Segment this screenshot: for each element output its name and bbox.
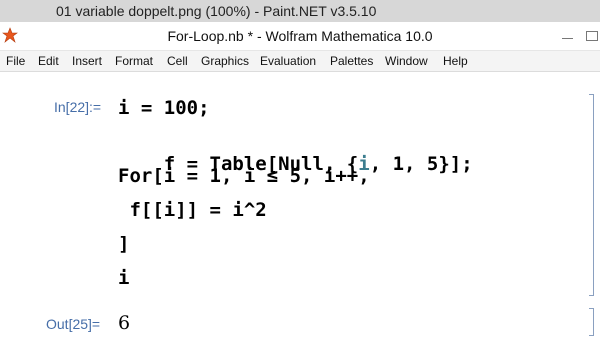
input-cell-label: In[22]:= bbox=[54, 99, 102, 115]
window-title: For-Loop.nb * - Wolfram Mathematica 10.0 bbox=[167, 28, 433, 44]
code-line[interactable]: i = 100; bbox=[118, 97, 210, 119]
outer-window-title: 01 variable doppelt.png (100%) - Paint.N… bbox=[56, 3, 377, 19]
restore-button[interactable] bbox=[583, 28, 600, 42]
window-titlebar: For-Loop.nb * - Wolfram Mathematica 10.0 bbox=[0, 22, 600, 51]
code-fragment: , 1, 5}]; bbox=[369, 153, 473, 175]
menu-evaluation[interactable]: Evaluation bbox=[260, 54, 316, 68]
menu-edit[interactable]: Edit bbox=[38, 54, 59, 68]
output-cell-label: Out[25]= bbox=[46, 316, 101, 332]
menu-help[interactable]: Help bbox=[443, 54, 468, 68]
code-line[interactable]: i bbox=[118, 267, 129, 289]
outer-window-titlebar: 01 variable doppelt.png (100%) - Paint.N… bbox=[0, 0, 600, 22]
menu-format[interactable]: Format bbox=[115, 54, 153, 68]
code-line[interactable]: f[[i]] = i^2 bbox=[118, 199, 266, 221]
code-line[interactable]: For[i = 1, i ≤ 5, i++, bbox=[118, 165, 370, 187]
menu-cell[interactable]: Cell bbox=[167, 54, 188, 68]
menu-file[interactable]: File bbox=[6, 54, 25, 68]
menu-graphics[interactable]: Graphics bbox=[201, 54, 249, 68]
output-cell-bracket[interactable] bbox=[589, 308, 594, 336]
code-line-table[interactable]: f = Table[Null, {i, 1, 5}]; bbox=[118, 131, 473, 197]
minimize-button[interactable] bbox=[558, 28, 578, 42]
code-line[interactable]: ] bbox=[118, 233, 129, 255]
input-cell-bracket[interactable] bbox=[589, 94, 594, 296]
menu-bar: File Edit Insert Format Cell Graphics Ev… bbox=[0, 51, 600, 72]
menu-palettes[interactable]: Palettes bbox=[330, 54, 373, 68]
output-value: 6 bbox=[118, 312, 131, 334]
menu-window[interactable]: Window bbox=[385, 54, 428, 68]
notebook-area[interactable]: In[22]:= i = 100; f = Table[Null, {i, 1,… bbox=[0, 72, 600, 340]
menu-insert[interactable]: Insert bbox=[72, 54, 102, 68]
